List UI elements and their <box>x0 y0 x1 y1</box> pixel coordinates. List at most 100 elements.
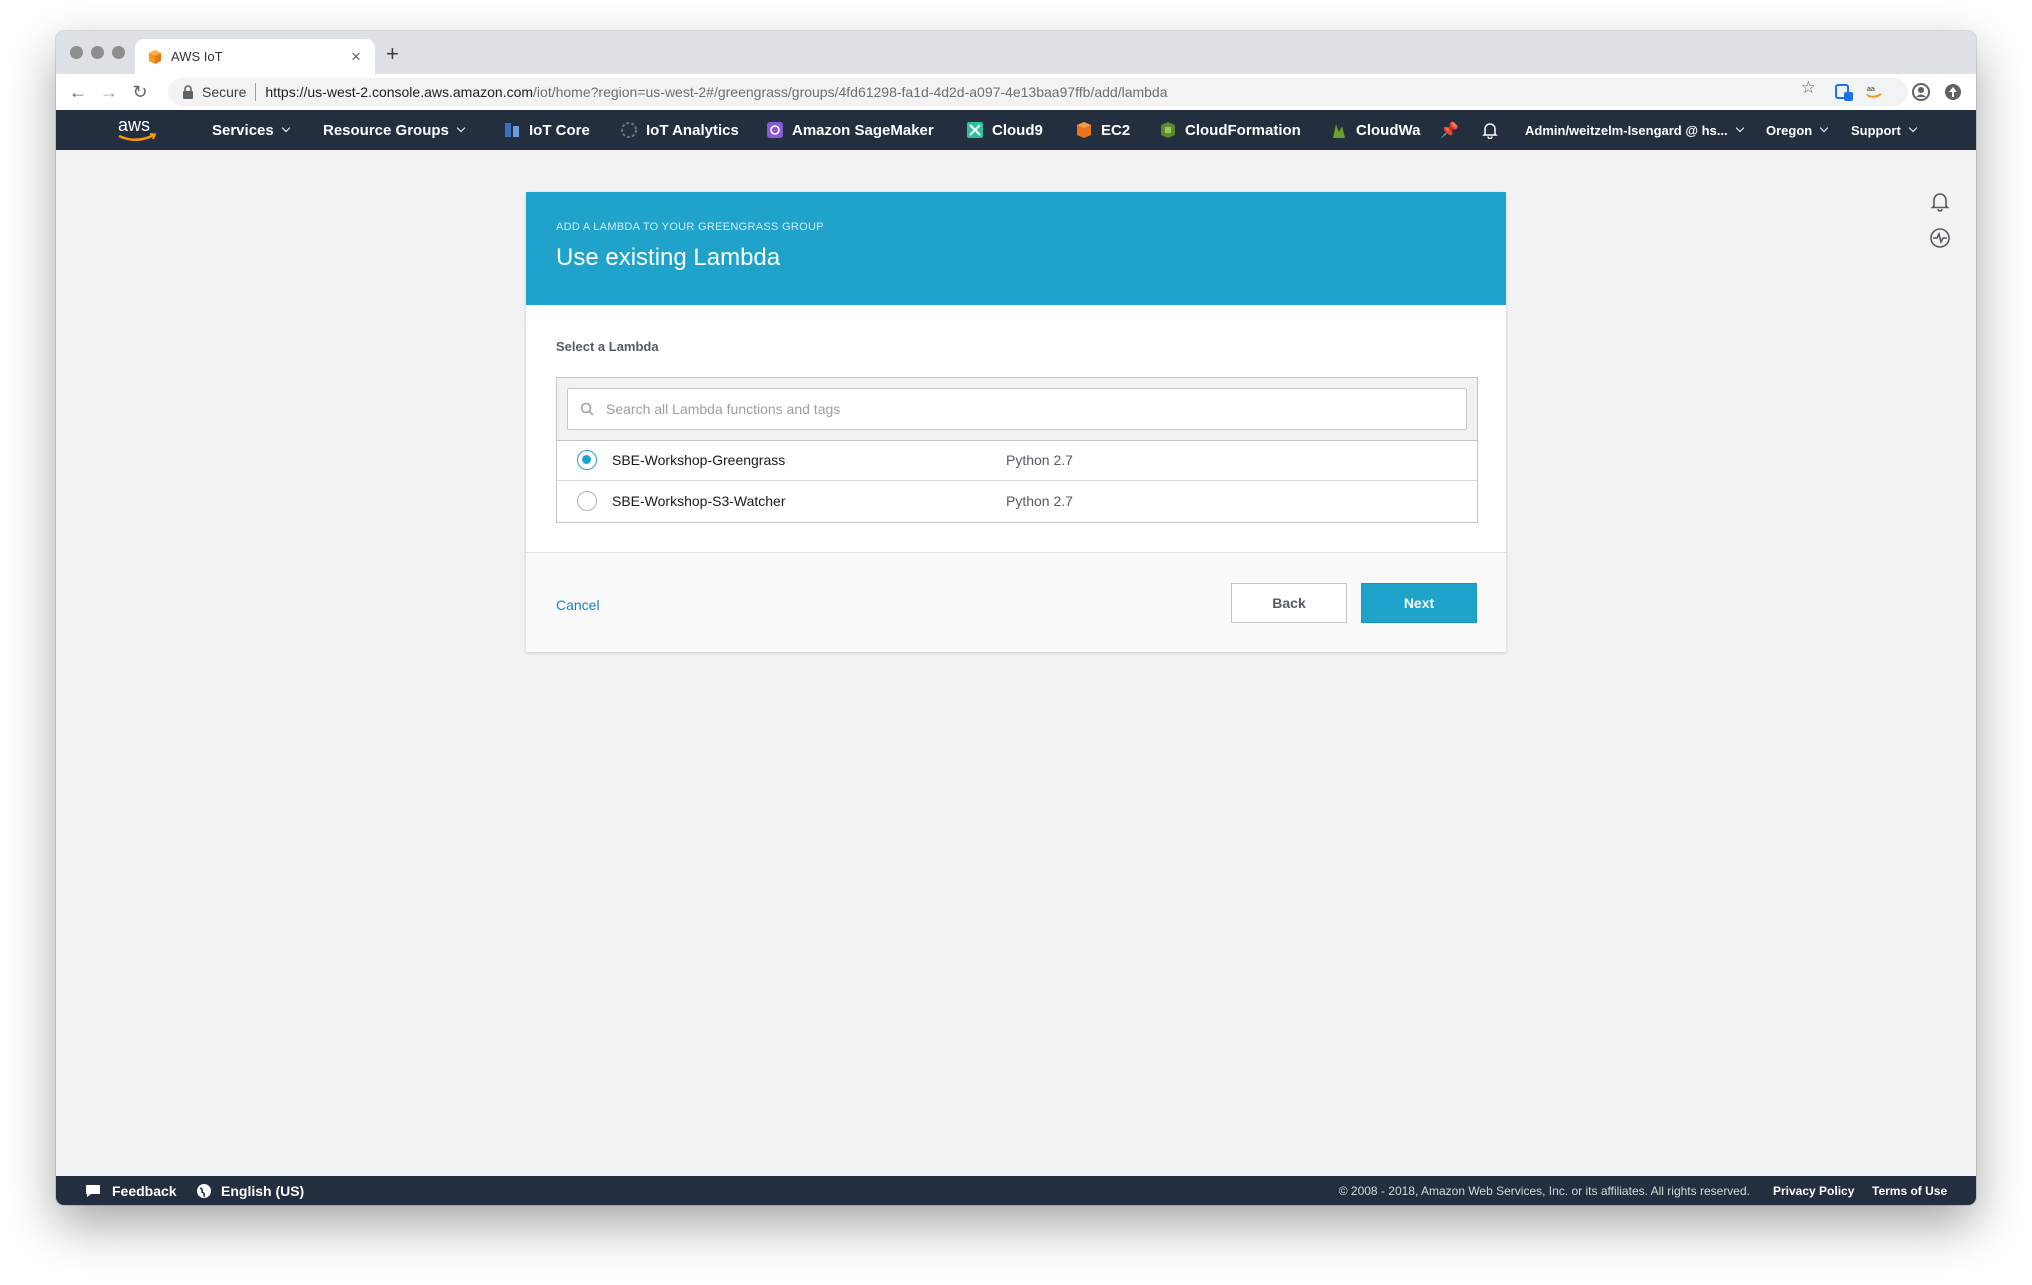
copyright-text: © 2008 - 2018, Amazon Web Services, Inc.… <box>1338 1183 1750 1198</box>
lambda-row[interactable]: SBE-Workshop-Greengrass Python 2.7 <box>557 440 1477 481</box>
privacy-policy-link[interactable]: Privacy Policy <box>1773 1176 1854 1205</box>
url-host: https://us-west-2.console.aws.amazon.com <box>265 84 534 100</box>
language-label: English (US) <box>221 1182 305 1199</box>
browser-tab[interactable]: AWS IoT × <box>135 39 375 74</box>
account-menu[interactable]: Admin/weitzelm-Isengard @ hs... <box>1525 110 1744 150</box>
console-footer: Feedback English (US) © 2008 - 2018, Ama… <box>56 1176 1976 1205</box>
support-menu[interactable]: Support <box>1851 110 1918 150</box>
pinned-cloud9[interactable]: Cloud9 <box>966 110 1043 150</box>
services-menu[interactable]: Services <box>212 110 290 150</box>
close-tab-icon[interactable]: × <box>345 47 367 67</box>
resource-groups-menu[interactable]: Resource Groups <box>323 110 466 150</box>
sagemaker-icon <box>767 122 783 138</box>
search-field[interactable] <box>567 388 1467 430</box>
tab-strip: AWS IoT × + <box>56 31 1976 74</box>
services-label: Services <box>212 121 274 139</box>
iot-analytics-icon <box>621 122 637 138</box>
cloudformation-icon <box>1161 122 1175 138</box>
pinned-label: IoT Core <box>529 121 590 139</box>
terms-of-use-link[interactable]: Terms of Use <box>1872 1176 1947 1205</box>
activity-icon[interactable] <box>1928 226 1952 250</box>
aws-logo[interactable]: aws <box>114 115 160 145</box>
cloudwatch-icon <box>1333 124 1345 138</box>
lambda-list: SBE-Workshop-Greengrass Python 2.7 SBE-W… <box>556 377 1478 523</box>
speech-bubble-icon <box>86 1184 100 1197</box>
language-selector[interactable]: English (US) <box>196 1176 304 1205</box>
wizard-eyebrow: ADD A LAMBDA TO YOUR GREENGRASS GROUP <box>556 221 824 233</box>
page-title: Use existing Lambda <box>556 244 781 271</box>
ec2-icon <box>1077 122 1091 138</box>
chevron-down-icon <box>1819 123 1829 133</box>
url-separator <box>255 83 257 101</box>
address-bar[interactable]: Secure https://us-west-2.console.aws.ama… <box>168 78 1908 106</box>
region-label: Oregon <box>1766 122 1813 138</box>
aws-top-nav: aws Services Resource Groups IoT Core Io… <box>56 110 1976 150</box>
chevron-down-icon <box>1735 123 1744 133</box>
pinned-label: EC2 <box>1101 121 1131 139</box>
lambda-radio-selected[interactable] <box>577 450 597 470</box>
url-path: /iot/home?region=us-west-2#/greengrass/g… <box>533 84 1168 100</box>
pinned-ec2[interactable]: EC2 <box>1075 110 1130 150</box>
pinned-sagemaker[interactable]: Amazon SageMaker <box>766 110 934 150</box>
window-controls <box>70 46 125 59</box>
region-menu[interactable]: Oregon <box>1766 110 1829 150</box>
alert-bell-icon[interactable] <box>1928 189 1952 213</box>
pinned-cloudformation[interactable]: CloudFormation <box>1159 110 1301 150</box>
pinned-iot-analytics[interactable]: IoT Analytics <box>620 110 739 150</box>
lambda-row[interactable]: SBE-Workshop-S3-Watcher Python 2.7 <box>557 481 1477 521</box>
search-icon <box>580 402 594 416</box>
new-tab-icon[interactable]: + <box>386 41 399 67</box>
panel-actions: Cancel Back Next <box>526 553 1506 652</box>
account-label: Admin/weitzelm-Isengard @ hs... <box>1525 122 1728 138</box>
back-arrow-icon[interactable]: ← <box>66 80 90 104</box>
feedback-button[interactable]: Feedback <box>84 1176 177 1205</box>
lambda-runtime: Python 2.7 <box>1006 493 1073 509</box>
browser-toolbar: ← → ↻ Secure https://us-west-2.console.a… <box>56 74 1976 111</box>
pin-icon[interactable]: 📌 <box>1440 110 1459 150</box>
pinned-cloudwatch[interactable]: CloudWa <box>1330 110 1420 150</box>
extension-badge-icon[interactable] <box>1834 82 1854 102</box>
profile-icon[interactable] <box>1911 82 1931 102</box>
reload-icon[interactable]: ↻ <box>128 80 152 104</box>
bookmark-star-icon[interactable]: ☆ <box>1801 78 1816 98</box>
aws-logo-text: aws <box>118 115 150 135</box>
pinned-label: Amazon SageMaker <box>792 121 934 139</box>
lock-icon <box>183 85 193 99</box>
bell-icon <box>1482 123 1498 139</box>
forward-arrow-icon[interactable]: → <box>97 80 121 104</box>
maximize-window-button[interactable] <box>112 46 125 59</box>
minimize-window-button[interactable] <box>91 46 104 59</box>
chevron-down-icon <box>1908 123 1918 133</box>
pinned-iot-core[interactable]: IoT Core <box>503 110 590 150</box>
search-input[interactable] <box>604 400 1466 418</box>
support-label: Support <box>1851 122 1901 138</box>
aws-cube-icon <box>149 49 161 64</box>
notifications-bell[interactable] <box>1481 110 1499 150</box>
close-window-button[interactable] <box>70 46 83 59</box>
globe-icon <box>197 1183 211 1198</box>
back-button[interactable]: Back <box>1231 583 1347 623</box>
chevron-down-icon <box>281 123 290 133</box>
cloud9-icon <box>967 122 983 138</box>
lambda-name: SBE-Workshop-Greengrass <box>612 452 786 468</box>
menu-icon[interactable] <box>1943 82 1963 102</box>
next-button[interactable]: Next <box>1361 583 1477 623</box>
search-area <box>557 378 1477 441</box>
secure-label: Secure <box>202 84 247 100</box>
panel-header: ADD A LAMBDA TO YOUR GREENGRASS GROUP Us… <box>526 192 1506 305</box>
lambda-name: SBE-Workshop-S3-Watcher <box>612 493 786 509</box>
cancel-link[interactable]: Cancel <box>556 597 600 613</box>
lambda-runtime: Python 2.7 <box>1006 452 1073 468</box>
pinned-label: CloudWa <box>1356 121 1421 139</box>
svg-text:aa: aa <box>1867 86 1875 93</box>
pinned-label: IoT Analytics <box>646 121 739 139</box>
browser-window: AWS IoT × + ← → ↻ Secure https://us-west… <box>56 31 1976 1205</box>
add-lambda-panel: ADD A LAMBDA TO YOUR GREENGRASS GROUP Us… <box>526 192 1506 652</box>
amazon-extension-icon[interactable]: aa <box>1864 82 1884 102</box>
lambda-radio[interactable] <box>577 491 597 511</box>
chevron-down-icon <box>456 123 466 133</box>
pinned-label: Cloud9 <box>992 121 1043 139</box>
resource-groups-label: Resource Groups <box>323 121 449 139</box>
pinned-label: CloudFormation <box>1185 121 1301 139</box>
select-lambda-label: Select a Lambda <box>556 339 659 354</box>
